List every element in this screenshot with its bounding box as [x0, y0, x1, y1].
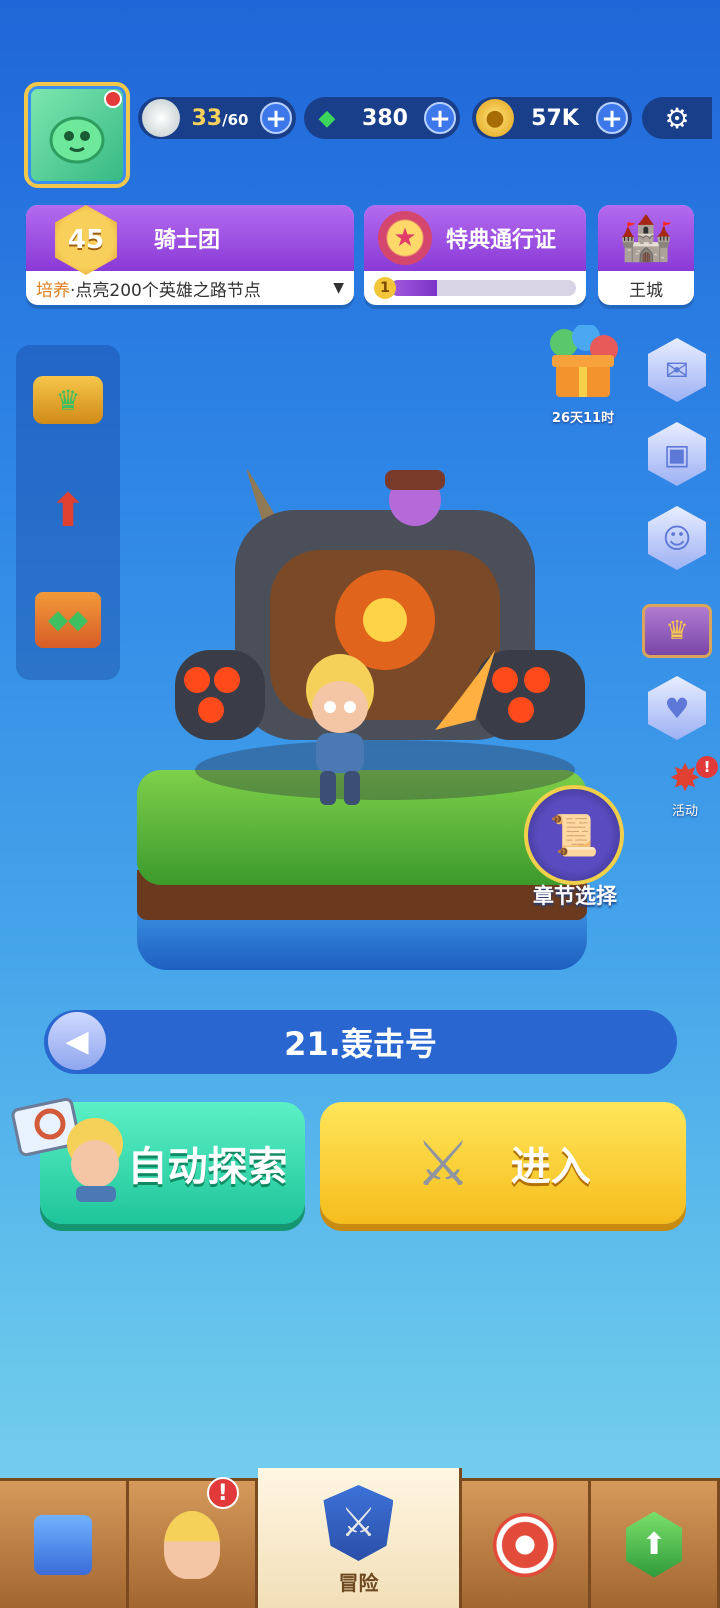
growth-fund-button[interactable]: ⬆ [16, 455, 120, 565]
energy-stone-icon [142, 99, 180, 137]
add-energy-button[interactable]: + [259, 102, 292, 134]
enter-button[interactable]: ⚔ 进入 [320, 1102, 686, 1224]
guild-tip-text: ·点亮200个英雄之路节点 [70, 280, 261, 301]
backpack-button[interactable]: ▣ [648, 422, 706, 486]
adventure-label: 冒险 [338, 1571, 379, 1595]
avatar-notification-dot [104, 90, 122, 108]
chapter-select-button[interactable]: 📜 [524, 785, 624, 885]
hero-character-image [306, 654, 374, 805]
pass-progress-bar [390, 280, 576, 296]
gift-box-button[interactable]: 26天11时 [542, 323, 624, 426]
shopping-cart-icon: ◆◆ [35, 592, 101, 648]
coin-counter: ● 57K + [472, 97, 632, 139]
chat-button[interactable]: ♥ [648, 676, 706, 740]
explorer-hero-icon [10, 1094, 130, 1204]
friends-button[interactable]: ☺ [648, 506, 706, 570]
energy-max: /60 [222, 110, 249, 129]
friends-icon: ☺ [662, 521, 692, 555]
crown-ticket-icon: ♛ [33, 376, 103, 424]
scroll-map-icon: 📜 [549, 812, 599, 859]
pass-level-badge: 1 [374, 277, 396, 299]
event-alert-icon: ! [696, 756, 718, 778]
gift-box-balloons-icon [550, 323, 618, 397]
castle-label: 王城 [629, 280, 663, 301]
energy-counter: 33/60 + [138, 97, 296, 139]
gear-icon: ⚙ [664, 101, 690, 135]
settings-button[interactable]: ⚙ [642, 97, 712, 139]
event-label: 活动 [671, 804, 698, 819]
heroes-alert-badge: ! [206, 1477, 239, 1509]
growth-arrow-coins-icon: ⬆ [48, 483, 88, 537]
event-button[interactable]: ✸ ! 活动 [650, 756, 720, 846]
arrow-left-icon: ◀ [65, 1023, 89, 1059]
dropdown-arrow-icon[interactable]: ▼ [333, 280, 344, 296]
slime-avatar-icon [49, 116, 105, 164]
castle-button[interactable]: 🏰 王城 [598, 205, 694, 305]
upgrade-icon: ⬆ [626, 1511, 683, 1578]
guild-tip-prefix: 培养 [36, 280, 70, 301]
chapter-select-label: 章节选择 [533, 884, 617, 908]
chat-bubble-icon: ♥ [664, 691, 690, 725]
nav-tab-shop[interactable] [0, 1478, 129, 1608]
crossed-swords-icon: ⚔ [415, 1126, 471, 1200]
nav-tab-battle[interactable] [462, 1478, 592, 1608]
add-coins-button[interactable]: + [595, 102, 628, 134]
nav-tab-heroes[interactable]: ! [128, 1477, 258, 1608]
player-avatar[interactable] [24, 82, 130, 188]
stage-title: 21.轰击号 [284, 1025, 437, 1063]
nav-tab-upgrade[interactable]: ⬆ [591, 1478, 720, 1608]
hero-icon [163, 1510, 220, 1579]
stage-title-bar: 21.轰击号 [44, 1010, 677, 1074]
left-feature-panel: ♛ ⬆ ◆◆ [16, 345, 120, 680]
crown-icon: ♛ [665, 616, 689, 646]
gem-value: 380 [362, 105, 408, 131]
mail-button[interactable]: ✉ [648, 338, 706, 402]
nav-tab-adventure[interactable]: ⚔ 冒险 [257, 1468, 463, 1608]
shop-icon [33, 1514, 92, 1575]
auto-explore-label: 自动探索 [127, 1144, 288, 1190]
gold-coin-icon: ● [476, 99, 514, 137]
guild-title: 骑士团 [154, 228, 221, 253]
star-medal-icon: ★ [378, 211, 432, 265]
backpack-icon: ▣ [663, 437, 691, 471]
shop-cart-button[interactable]: ◆◆ [16, 565, 120, 675]
enter-label: 进入 [510, 1144, 591, 1190]
add-gems-button[interactable]: + [424, 102, 456, 134]
energy-current: 33 [191, 105, 223, 131]
adventure-icon: ⚔ [323, 1485, 394, 1561]
castle-icon: 🏰 [618, 213, 674, 264]
gift-timer: 26天11时 [551, 411, 615, 426]
battle-pass-banner[interactable]: ★ 特典通行证 1 [364, 205, 586, 305]
pass-level: 1 [380, 280, 390, 296]
gem-counter: ◆ 380 + [304, 97, 460, 139]
mail-icon: ✉ [665, 353, 689, 387]
crown-ticket-button[interactable]: ♛ [16, 345, 120, 455]
pass-progress-fill [390, 280, 437, 296]
coin-value: 57K [531, 105, 579, 131]
crown-rank-button[interactable]: ♛ [642, 604, 712, 658]
bottom-nav: ! ⚔ 冒险 ⬆ [0, 1468, 720, 1608]
previous-stage-button[interactable]: ◀ [48, 1012, 106, 1070]
battle-pass-title: 特典通行证 [446, 228, 557, 253]
green-gem-icon: ◆ [318, 105, 336, 131]
battle-icon [493, 1512, 558, 1577]
guild-level: 45 [67, 225, 105, 255]
